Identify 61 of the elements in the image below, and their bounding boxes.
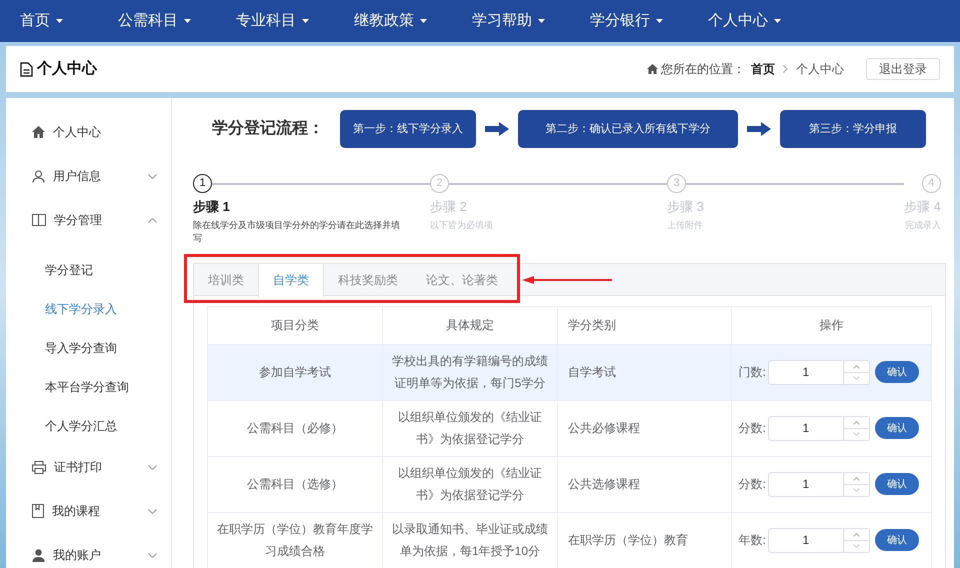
confirm-button[interactable]: 确认 [874, 417, 919, 439]
table-cell: 参加自学考试 [208, 344, 382, 400]
field-label: 门数: [738, 364, 766, 381]
table-cell: 学校出具的有学籍编号的成绩证明单等为依据，每门5学分 [382, 344, 558, 400]
sidebar-item[interactable]: 用户信息 [6, 154, 171, 198]
breadcrumb-link[interactable]: 首页 [751, 60, 775, 78]
step-title: 步骤 2 [430, 198, 468, 216]
sidebar-item[interactable]: 证书打印 [6, 445, 171, 489]
nav-menu-item[interactable]: 个人中心 [708, 10, 808, 32]
field-label: 年数: [738, 532, 766, 549]
step-description: 以下皆为必填项 [430, 218, 494, 232]
column-header: 学分类别 [558, 306, 732, 344]
column-header: 具体规定 [382, 306, 558, 344]
sidebar-subitem[interactable]: 学分登记 [6, 250, 171, 289]
flow-step-box: 第三步：学分申报 [780, 110, 926, 148]
nav-menu-item[interactable]: 首页 [20, 10, 118, 32]
nav-menu-item[interactable]: 继教政策 [354, 10, 472, 32]
sidebar-item[interactable]: 学分管理 [6, 198, 171, 242]
page-title: 个人中心 [37, 58, 97, 79]
column-header: 操作 [732, 306, 932, 344]
nav-menu-item[interactable]: 学习帮助 [472, 10, 590, 32]
step-description: 除在线学分及市级项目学分外的学分请在此选择并填写 [193, 218, 401, 244]
table-cell: 在职学历（学位）教育年度学习成绩合格 [208, 512, 382, 568]
field-label: 分数: [738, 476, 766, 493]
sidebar-subitem[interactable]: 导入学分查询 [6, 328, 171, 367]
number-input-field[interactable]: 1 [768, 528, 870, 552]
nav-menu-item[interactable]: 专业科目 [236, 10, 354, 32]
breadcrumb-label: 您所在的位置： [661, 61, 745, 78]
column-header: 项目分类 [208, 306, 382, 344]
sidebar-item[interactable]: 我的账户 [6, 533, 171, 568]
sidebar-item[interactable]: 我的课程 [6, 489, 171, 533]
confirm-button[interactable]: 确认 [874, 473, 919, 495]
step-description: 上传附件 [667, 218, 704, 232]
flow-title: 学分登记流程： [212, 118, 324, 139]
breadcrumb-link[interactable]: 个人中心 [796, 60, 844, 78]
table-cell: 公共选修课程 [558, 456, 732, 512]
number-input-field[interactable]: 1 [768, 416, 870, 440]
table-cell: 公需科目（选修） [208, 456, 382, 512]
table-cell: 公共必修课程 [558, 400, 732, 456]
sidebar-item[interactable]: 个人中心 [6, 110, 171, 154]
table-cell: 公需科目（必修） [208, 400, 382, 456]
flow-step-box: 第二步：确认已录入所有线下学分 [518, 110, 738, 148]
nav-menu-item[interactable]: 公需科目 [118, 10, 236, 32]
sidebar-subitem[interactable]: 个人学分汇总 [6, 406, 171, 445]
step-title: 步骤 1 [193, 198, 231, 216]
step-title: 步骤 4 [904, 198, 941, 216]
table-cell: 以组织单位颁发的《结业证书》为依据登记学分 [382, 456, 558, 512]
table-cell: 自学考试 [558, 344, 732, 400]
sidebar-subitem[interactable]: 线下学分录入 [6, 289, 171, 328]
flow-step-box: 第一步：线下学分录入 [340, 110, 476, 148]
step-description: 完成录入 [904, 218, 941, 232]
confirm-button[interactable]: 确认 [874, 361, 919, 383]
field-label: 分数: [738, 420, 766, 437]
number-input-field[interactable]: 1 [768, 472, 870, 496]
logout-button[interactable]: 退出登录 [866, 58, 940, 80]
sidebar-subitem[interactable]: 本平台学分查询 [6, 367, 171, 406]
nav-menu-item[interactable]: 学分银行 [590, 10, 708, 32]
step-title: 步骤 3 [667, 198, 705, 216]
number-input-field[interactable]: 1 [768, 360, 870, 384]
confirm-button[interactable]: 确认 [874, 529, 919, 551]
table-cell: 以组织单位颁发的《结业证书》为依据登记学分 [382, 400, 558, 456]
